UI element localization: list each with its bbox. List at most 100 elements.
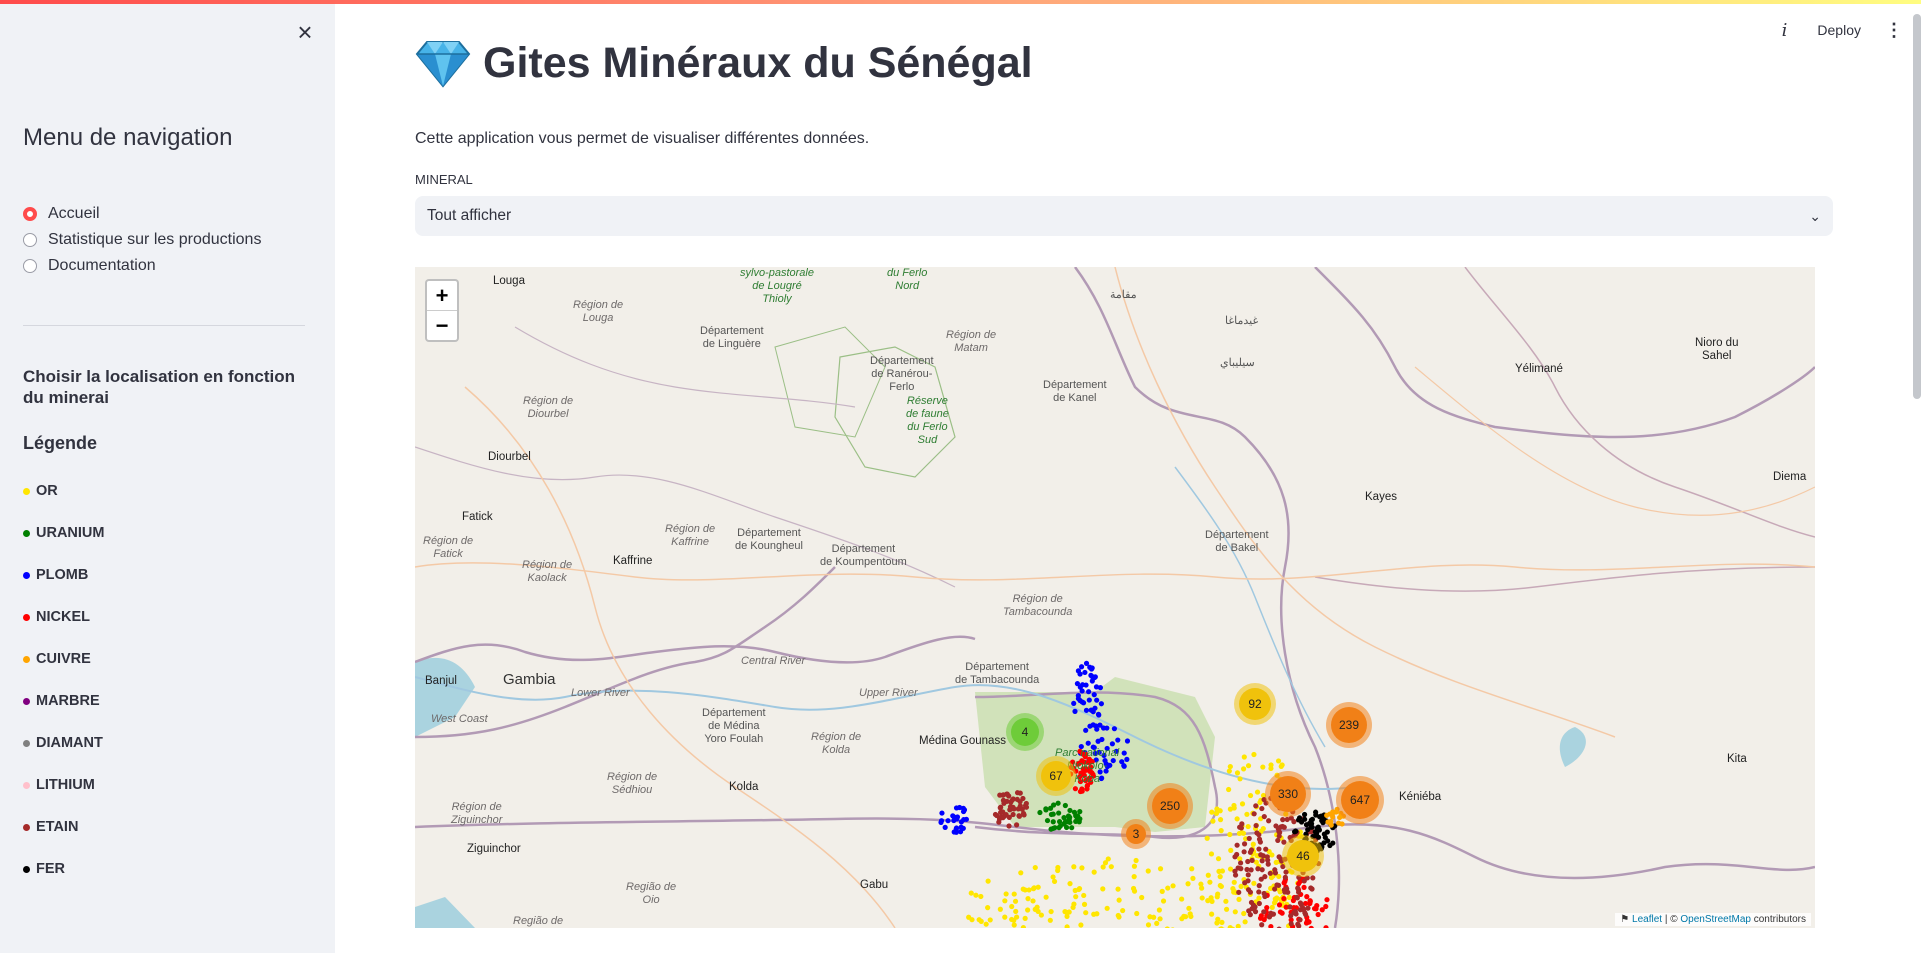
mineral-point-marker[interactable]: [1050, 874, 1056, 880]
osm-link[interactable]: OpenStreetMap: [1680, 914, 1751, 925]
mineral-point-marker[interactable]: [1323, 925, 1329, 928]
mineral-point-marker[interactable]: [1282, 889, 1288, 895]
mineral-point-marker[interactable]: [1241, 841, 1248, 847]
mineral-point-marker[interactable]: [1298, 819, 1305, 825]
mineral-point-marker[interactable]: [1253, 822, 1259, 829]
mineral-point-marker[interactable]: [1032, 864, 1038, 871]
mineral-point-marker[interactable]: [1289, 869, 1295, 875]
mineral-point-marker[interactable]: [1232, 909, 1238, 915]
mineral-point-marker[interactable]: [1260, 764, 1266, 770]
mineral-point-marker[interactable]: [1025, 896, 1031, 902]
mineral-point-marker[interactable]: [1179, 896, 1185, 902]
mineral-point-marker[interactable]: [1204, 835, 1210, 841]
mineral-point-marker[interactable]: [1315, 911, 1321, 918]
nav-radio-option[interactable]: Accueil: [23, 201, 261, 227]
mineral-point-marker[interactable]: [1085, 740, 1091, 746]
mineral-point-marker[interactable]: [978, 893, 984, 900]
marker-cluster[interactable]: 4: [1011, 718, 1039, 746]
mineral-point-marker[interactable]: [1078, 664, 1085, 670]
mineral-point-marker[interactable]: [1083, 660, 1090, 666]
mineral-point-marker[interactable]: [1309, 886, 1315, 892]
mineral-point-marker[interactable]: [1124, 756, 1130, 762]
mineral-point-marker[interactable]: [1043, 894, 1049, 900]
mineral-point-marker[interactable]: [1043, 807, 1049, 813]
mineral-point-marker[interactable]: [1259, 867, 1265, 873]
mineral-point-marker[interactable]: [1248, 867, 1254, 873]
mineral-point-marker[interactable]: [1288, 921, 1294, 927]
mineral-point-marker[interactable]: [1245, 823, 1251, 830]
mineral-point-marker[interactable]: [1241, 754, 1247, 760]
mineral-point-marker[interactable]: [1241, 910, 1247, 917]
mineral-point-marker[interactable]: [1278, 763, 1284, 770]
mineral-point-marker[interactable]: [1226, 786, 1232, 793]
mineral-point-marker[interactable]: [968, 890, 974, 896]
mineral-point-marker[interactable]: [1092, 705, 1098, 711]
marker-cluster[interactable]: 647: [1341, 781, 1379, 819]
mineral-point-marker[interactable]: [1156, 907, 1162, 913]
mineral-point-marker[interactable]: [1235, 923, 1241, 928]
mineral-point-marker[interactable]: [1283, 811, 1289, 817]
mineral-point-marker[interactable]: [1014, 796, 1020, 803]
mineral-point-marker[interactable]: [945, 818, 951, 824]
mineral-point-marker[interactable]: [1305, 905, 1311, 911]
mineral-point-marker[interactable]: [1269, 904, 1275, 910]
mineral-point-marker[interactable]: [1263, 800, 1269, 806]
mineral-point-marker[interactable]: [1309, 816, 1315, 822]
mineral-point-marker[interactable]: [1227, 831, 1233, 838]
mineral-point-marker[interactable]: [1086, 697, 1092, 703]
mineral-point-marker[interactable]: [1245, 858, 1251, 865]
mineral-point-marker[interactable]: [1245, 872, 1251, 878]
mineral-point-marker[interactable]: [961, 816, 967, 823]
mineral-point-marker[interactable]: [1109, 741, 1115, 747]
mineral-point-marker[interactable]: [1079, 688, 1085, 694]
mineral-point-marker[interactable]: [1023, 804, 1030, 810]
mineral-point-marker[interactable]: [1227, 925, 1233, 928]
mineral-point-marker[interactable]: [1236, 889, 1242, 895]
mineral-point-marker[interactable]: [1002, 914, 1008, 920]
nav-radio-option[interactable]: Documentation: [23, 253, 261, 279]
mineral-point-marker[interactable]: [1017, 790, 1023, 796]
mineral-point-marker[interactable]: [1308, 925, 1314, 928]
mineral-point-marker[interactable]: [985, 905, 991, 911]
mineral-point-marker[interactable]: [1305, 827, 1311, 833]
mineral-point-marker[interactable]: [1217, 874, 1223, 880]
mineral-point-marker[interactable]: [1050, 819, 1056, 825]
mineral-point-marker[interactable]: [1304, 875, 1310, 881]
mineral-point-marker[interactable]: [1314, 825, 1320, 831]
mineral-point-marker[interactable]: [1215, 916, 1221, 922]
mineral-point-marker[interactable]: [1234, 816, 1240, 822]
mineral-point-marker[interactable]: [1215, 856, 1222, 862]
mineral-point-marker[interactable]: [1323, 903, 1329, 910]
mineral-point-marker[interactable]: [1100, 725, 1107, 731]
mineral-point-marker[interactable]: [1157, 916, 1163, 922]
main-menu-icon[interactable]: ⋮: [1885, 20, 1903, 41]
mineral-point-marker[interactable]: [1219, 919, 1225, 925]
mineral-point-marker[interactable]: [1295, 921, 1301, 927]
mineral-point-marker[interactable]: [1035, 884, 1041, 890]
mineral-point-marker[interactable]: [1254, 830, 1260, 836]
mineral-point-marker[interactable]: [1056, 810, 1062, 816]
mineral-point-marker[interactable]: [1147, 914, 1153, 920]
mineral-point-marker[interactable]: [1297, 917, 1303, 923]
mineral-point-marker[interactable]: [1256, 846, 1262, 852]
mineral-point-marker[interactable]: [1071, 864, 1077, 870]
mineral-point-marker[interactable]: [1037, 809, 1043, 816]
mineral-point-marker[interactable]: [1274, 882, 1280, 888]
mineral-point-marker[interactable]: [1079, 865, 1085, 871]
mineral-point-marker[interactable]: [1303, 920, 1310, 926]
mineral-point-marker[interactable]: [1116, 897, 1122, 903]
mineral-point-marker[interactable]: [1000, 815, 1006, 821]
mineral-point-marker[interactable]: [1295, 889, 1302, 895]
mineral-point-marker[interactable]: [1032, 906, 1038, 912]
mineral-point-marker[interactable]: [1218, 926, 1224, 928]
mineral-point-marker[interactable]: [1234, 851, 1240, 858]
mineral-point-marker[interactable]: [1133, 857, 1139, 864]
mineral-point-marker[interactable]: [1209, 809, 1215, 815]
mineral-point-marker[interactable]: [1324, 812, 1330, 818]
mineral-point-marker[interactable]: [1207, 879, 1213, 885]
mineral-point-marker[interactable]: [1069, 825, 1075, 831]
mineral-point-marker[interactable]: [1209, 911, 1215, 917]
mineral-point-marker[interactable]: [1030, 898, 1036, 904]
mineral-point-marker[interactable]: [1055, 800, 1061, 806]
mineral-point-marker[interactable]: [1291, 910, 1297, 916]
